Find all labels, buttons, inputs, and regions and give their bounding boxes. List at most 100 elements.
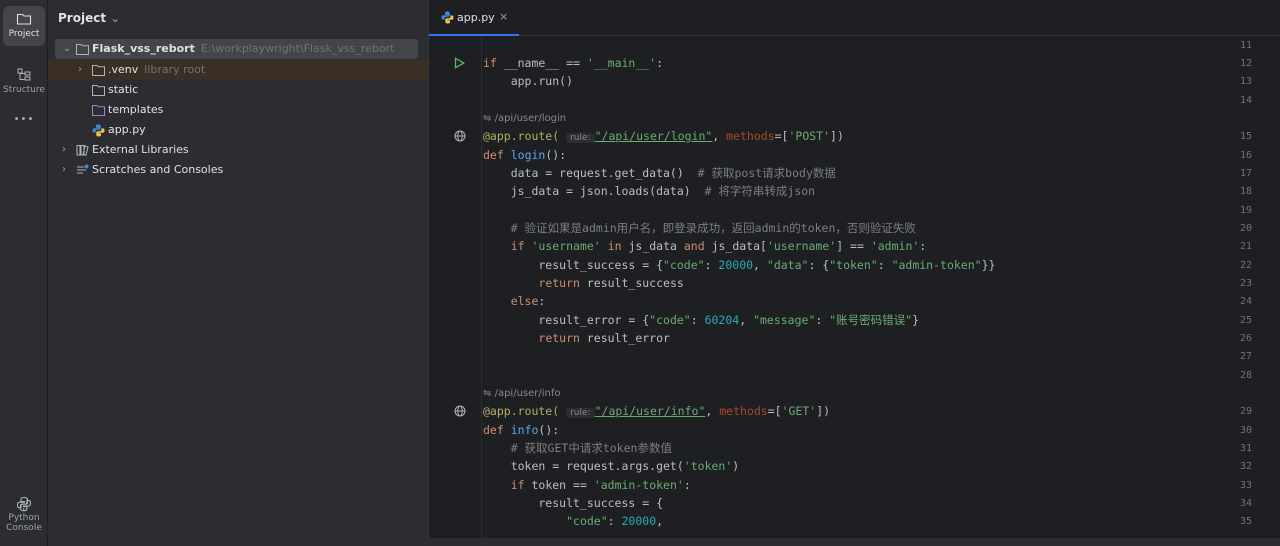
globe-icon[interactable] bbox=[454, 130, 466, 142]
tree-item-label: Scratches and Consoles bbox=[92, 163, 224, 176]
tree-item-venv[interactable]: › .venv library root bbox=[48, 60, 428, 80]
code-line[interactable]: else: bbox=[483, 292, 546, 310]
python-console-tool-button[interactable]: Python Console bbox=[3, 496, 45, 540]
route-inlay-text: /api/user/info bbox=[494, 388, 561, 399]
rule-hint: rule: bbox=[566, 408, 595, 418]
run-icon[interactable] bbox=[454, 57, 465, 69]
globe-icon[interactable] bbox=[454, 405, 466, 417]
line-number: 26 bbox=[1239, 333, 1252, 344]
code-line[interactable]: "code": 20000, bbox=[483, 512, 663, 530]
editor-area: app.py × 11 12 13 14 15 16 17 18 19 20 2… bbox=[428, 0, 1280, 546]
code-comment: # 验证如果是admin用户名，即登录成功，返回admin的token，否则验证… bbox=[510, 221, 916, 235]
code-line[interactable]: return result_success bbox=[483, 274, 683, 292]
tab-app-py[interactable]: app.py × bbox=[429, 0, 519, 36]
code-line[interactable]: return result_error bbox=[483, 329, 670, 347]
gutter-divider bbox=[481, 36, 482, 546]
python-file-icon bbox=[441, 11, 454, 24]
tree-item-scratches[interactable]: › Scratches and Consoles bbox=[48, 160, 428, 180]
line-number: 33 bbox=[1239, 480, 1252, 491]
code-line[interactable]: app.run() bbox=[483, 72, 573, 90]
folder-icon bbox=[16, 13, 32, 25]
route-inlay-text: /api/user/login bbox=[494, 113, 567, 124]
line-number: 23 bbox=[1239, 278, 1252, 289]
code-comment: # 获取post请求body数据 bbox=[697, 166, 836, 180]
line-number: 31 bbox=[1239, 443, 1252, 454]
line-number: 16 bbox=[1239, 150, 1252, 161]
python-console-label: Python bbox=[8, 513, 40, 523]
line-number: 11 bbox=[1239, 40, 1252, 51]
templates-folder-icon bbox=[92, 105, 105, 116]
route-inlay-info[interactable]: ⇋ /api/user/info bbox=[483, 385, 561, 403]
project-panel-header[interactable]: Project ⌄ bbox=[58, 11, 120, 25]
tree-item-project-root[interactable]: ⌄ Flask_vss_rebort E:\workplaywright\Flas… bbox=[55, 39, 418, 59]
code-line[interactable]: @app.route( rule: "/api/user/info", metho… bbox=[483, 402, 830, 420]
chevron-right-icon[interactable]: › bbox=[58, 140, 70, 160]
code-line[interactable]: result_success = {"code": 20000, "data":… bbox=[483, 256, 995, 274]
folder-icon bbox=[92, 65, 105, 76]
code-line[interactable]: # 获取GET中请求token参数值 bbox=[483, 439, 672, 457]
code-line[interactable]: def info(): bbox=[483, 421, 559, 439]
chevron-right-icon[interactable]: › bbox=[58, 160, 70, 180]
python-console-icon bbox=[16, 496, 32, 512]
code-line[interactable]: result_success = { bbox=[483, 494, 663, 512]
code-comment: # 将字符串转成json bbox=[704, 184, 816, 198]
tree-item-label: app.py bbox=[108, 123, 146, 136]
project-panel-title: Project bbox=[58, 11, 107, 25]
structure-tool-label: Structure bbox=[3, 85, 45, 95]
line-number: 24 bbox=[1239, 296, 1252, 307]
line-number: 19 bbox=[1239, 205, 1252, 216]
tool-window-strip: Project Structure ••• Python Console bbox=[0, 0, 48, 546]
code-line[interactable]: js_data = json.loads(data) # 将字符串转成json bbox=[483, 182, 815, 200]
line-number: 32 bbox=[1239, 461, 1252, 472]
rule-hint: rule: bbox=[566, 133, 595, 143]
line-number: 14 bbox=[1239, 95, 1252, 106]
structure-tool-button[interactable]: Structure bbox=[3, 64, 45, 102]
structure-icon bbox=[17, 68, 31, 81]
tab-label: app.py bbox=[457, 11, 495, 24]
code-line[interactable]: result_error = {"code": 60204, "message"… bbox=[483, 311, 919, 329]
code-line[interactable]: if token == 'admin-token': bbox=[483, 476, 691, 494]
code-line[interactable]: def login(): bbox=[483, 146, 566, 164]
share-icon: ⇋ bbox=[483, 388, 492, 399]
tree-item-templates[interactable]: templates bbox=[48, 100, 428, 120]
more-tools-button[interactable]: ••• bbox=[3, 114, 45, 130]
code-line[interactable]: # 验证如果是admin用户名，即登录成功，返回admin的token，否则验证… bbox=[483, 219, 916, 237]
error-message-string: "账号密码错误" bbox=[829, 313, 913, 327]
code-comment: # 获取GET中请求token参数值 bbox=[510, 441, 672, 455]
code-line[interactable]: data = request.get_data() # 获取post请求body… bbox=[483, 164, 836, 182]
line-number: 15 bbox=[1239, 131, 1252, 142]
project-tool-label: Project bbox=[8, 29, 40, 39]
line-number: 30 bbox=[1239, 425, 1252, 436]
line-number: 35 bbox=[1239, 516, 1252, 527]
chevron-right-icon[interactable]: › bbox=[74, 60, 86, 80]
code-line[interactable]: token = request.args.get('token') bbox=[483, 457, 740, 475]
line-number: 18 bbox=[1239, 186, 1252, 197]
folder-icon bbox=[76, 44, 89, 55]
tree-item-label: templates bbox=[108, 103, 164, 116]
chevron-down-icon[interactable]: ⌄ bbox=[61, 39, 73, 59]
library-icon bbox=[76, 145, 89, 156]
code-line[interactable]: if __name__ == '__main__': bbox=[483, 54, 663, 72]
line-number: 22 bbox=[1239, 260, 1252, 271]
line-number: 17 bbox=[1239, 168, 1252, 179]
horizontal-scrollbar[interactable] bbox=[48, 538, 1280, 546]
line-number: 34 bbox=[1239, 498, 1252, 509]
tree-item-external-libraries[interactable]: › External Libraries bbox=[48, 140, 428, 160]
code-line[interactable]: if 'username' in js_data and js_data['us… bbox=[483, 237, 927, 255]
line-number-gutter bbox=[429, 36, 481, 546]
tree-item-label: External Libraries bbox=[92, 143, 189, 156]
line-number: 13 bbox=[1239, 76, 1252, 87]
tree-item-label: .venv library root bbox=[108, 63, 206, 76]
code-line[interactable]: @app.route( rule: "/api/user/login", meth… bbox=[483, 127, 844, 145]
project-tool-button[interactable]: Project bbox=[3, 6, 45, 46]
route-inlay-login[interactable]: ⇋ /api/user/login bbox=[483, 110, 566, 128]
tree-item-label: Flask_vss_rebort E:\workplaywright\Flask_… bbox=[92, 42, 395, 55]
line-number: 20 bbox=[1239, 223, 1252, 234]
chevron-down-icon: ⌄ bbox=[110, 11, 121, 25]
tree-item-static[interactable]: static bbox=[48, 80, 428, 100]
project-panel: Project ⌄ ⌄ Flask_vss_rebort E:\workplaywr… bbox=[48, 0, 428, 546]
line-number: 25 bbox=[1239, 315, 1252, 326]
tree-item-app-py[interactable]: app.py bbox=[48, 120, 428, 140]
line-number: 12 bbox=[1239, 58, 1252, 69]
close-icon[interactable]: × bbox=[499, 10, 508, 23]
